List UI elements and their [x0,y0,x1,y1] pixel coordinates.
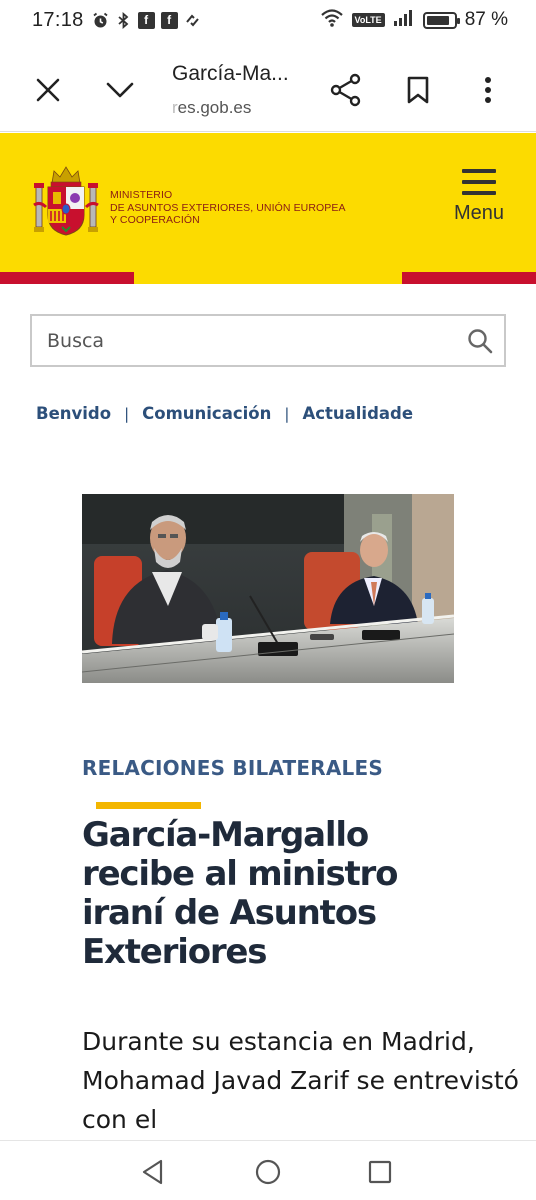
ministry-line-2: DE ASUNTOS EXTERIORES, UNIÓN EUROPEA [110,201,346,214]
ministry-name[interactable]: MINISTERIO DE ASUNTOS EXTERIORES, UNIÓN … [110,189,346,227]
coat-of-arms-logo[interactable] [32,165,100,239]
status-notification-icons: f f [92,11,201,29]
facebook-icon: f [137,11,155,29]
menu-label: Menu [453,202,505,224]
article-category[interactable]: RELACIONES BILATERALES [82,756,383,780]
facebook-icon: f [160,11,178,29]
accent-underline [96,802,201,809]
menu-button[interactable]: Menu [446,169,512,241]
back-button[interactable] [140,1158,166,1186]
close-tab-button[interactable] [28,70,68,110]
more-vertical-icon [485,77,491,103]
breadcrumb-item-actualidade[interactable]: Actualidade [302,404,413,423]
hamburger-icon [462,169,496,195]
meeting-photo [82,494,454,683]
browser-toolbar: García-Ma... res.gob.es [0,40,536,132]
wifi-icon [320,8,344,33]
sync-icon [184,12,201,29]
volte-badge: VoLTE [351,13,385,27]
site-header: MINISTERIO DE ASUNTOS EXTERIORES, UNIÓN … [0,133,536,273]
stripe-red-left [0,272,134,284]
status-time: 17:18 [32,8,84,31]
home-button[interactable] [254,1158,282,1186]
article-headline: García-Margallo recibe al ministro iraní… [82,815,398,972]
share-button[interactable] [326,70,366,110]
alarm-icon [92,12,109,29]
home-circle-icon [255,1159,281,1185]
breadcrumb-separator: | [284,404,290,423]
stripe-yellow [134,272,402,284]
breadcrumb-separator: | [124,404,130,423]
page-url-domain: es.gob.es [177,98,252,117]
back-triangle-icon [142,1159,163,1185]
share-icon [330,73,361,107]
search-icon[interactable] [465,326,495,356]
ministry-line-3: Y COOPERACIÓN [110,214,200,226]
breadcrumb-item-benvido[interactable]: Benvido [36,404,111,423]
article-lead: Durante su estancia en Madrid, Mohamad J… [82,1027,519,1134]
recent-apps-button[interactable] [368,1160,392,1184]
status-bar: 17:18 f f VoLTE 87 % [0,0,536,40]
chevron-down-icon [106,82,134,98]
battery-level [426,15,450,25]
page-title[interactable]: García-Ma... [172,62,289,86]
search-box [30,314,506,367]
coat-of-arms-icon [33,166,99,236]
recent-square-icon [368,1160,392,1184]
signal-icon [393,9,415,32]
status-system-icons: VoLTE 87 % [320,8,508,33]
search-input[interactable] [32,316,465,365]
system-navigation-bar [0,1140,536,1200]
bookmark-icon [407,76,429,104]
ministry-line-1: MINISTERIO [110,189,173,201]
breadcrumb: Benvido | Comunicación | Actualidade [36,404,413,423]
page-url[interactable]: res.gob.es [172,98,251,118]
battery-icon [422,11,460,29]
bookmark-button[interactable] [398,70,438,110]
close-icon [36,78,60,102]
stripe-red-right [402,272,536,284]
flag-stripe [0,272,536,284]
bluetooth-icon [115,11,132,29]
article-photo [82,494,454,683]
battery-percent: 87 % [464,9,508,30]
breadcrumb-item-comunicacion[interactable]: Comunicación [142,404,271,423]
more-options-button[interactable] [468,70,508,110]
minimize-button[interactable] [100,70,140,110]
